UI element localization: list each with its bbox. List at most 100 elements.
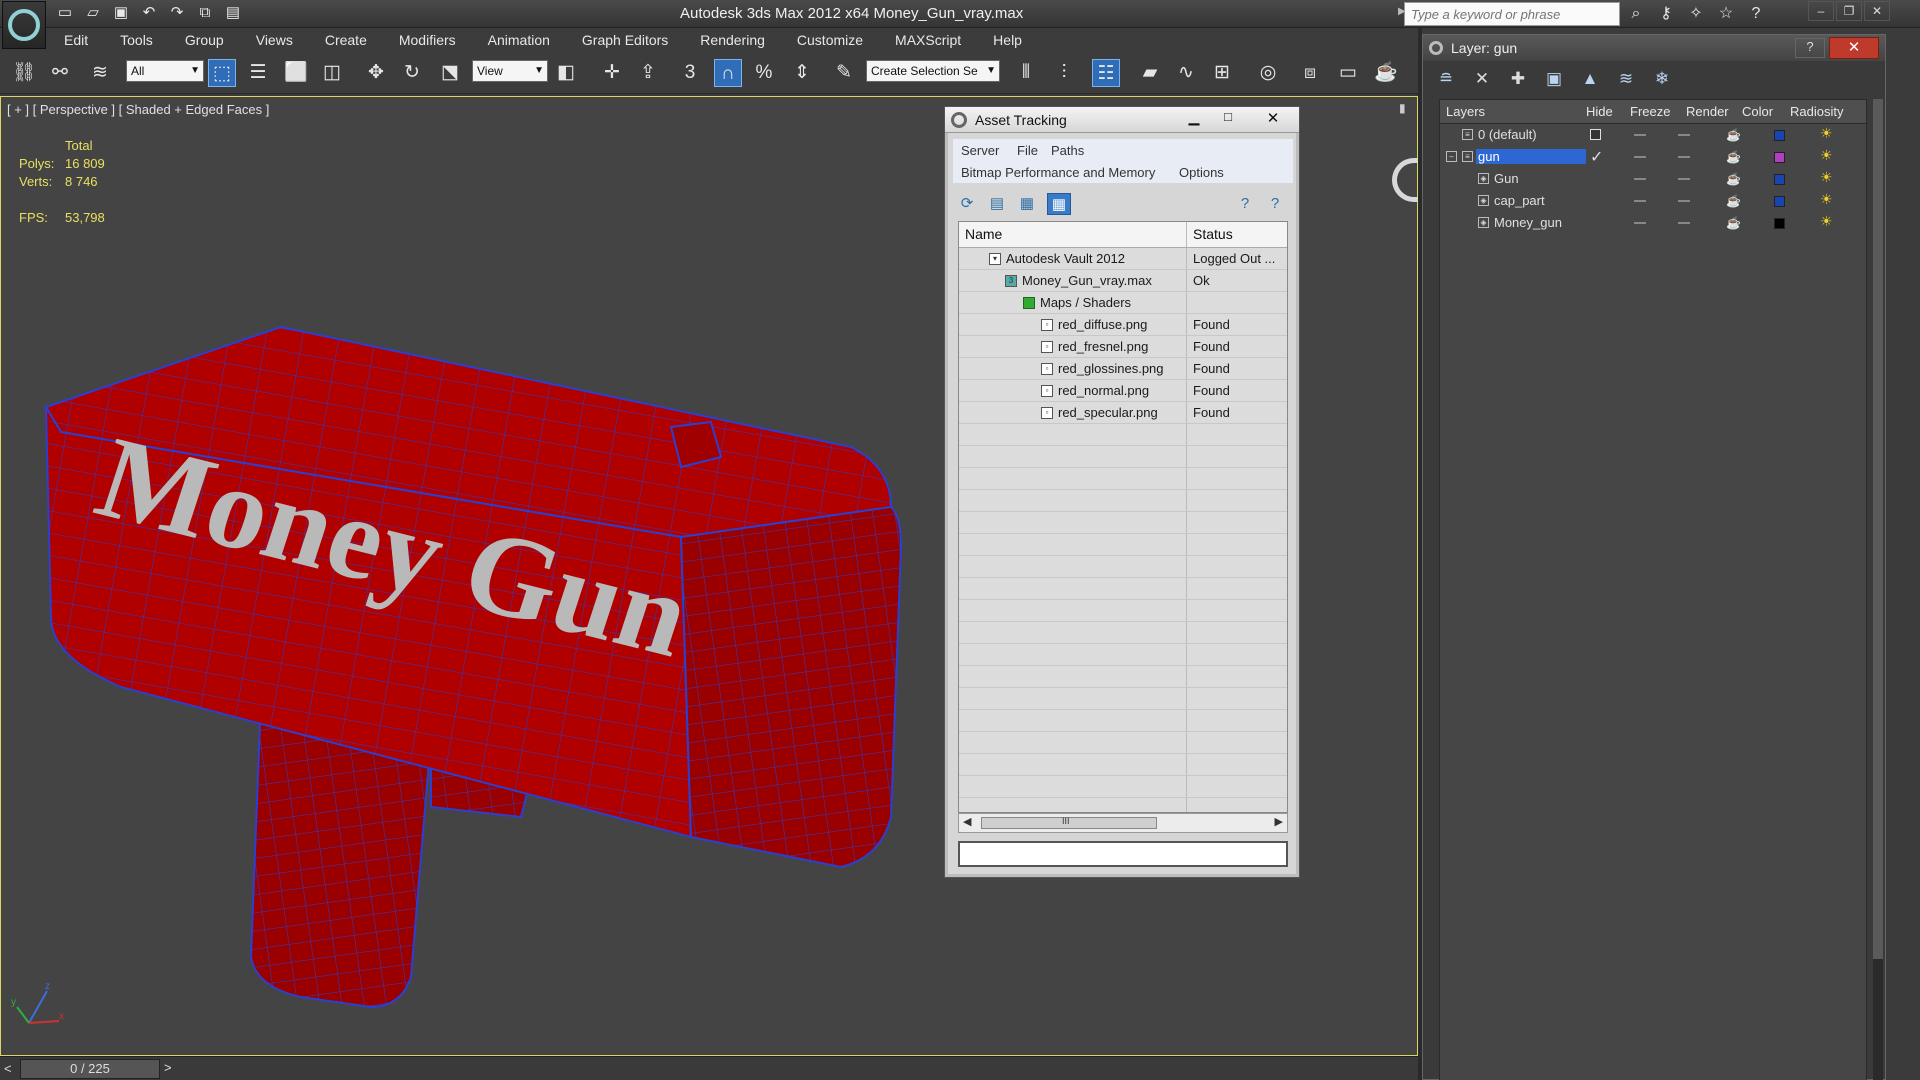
layer-color-swatch[interactable] — [1774, 174, 1785, 185]
render-teapot-icon[interactable]: ☕ — [1372, 59, 1400, 87]
layer-color-swatch[interactable] — [1774, 218, 1785, 229]
time-slider-next-button[interactable]: > — [164, 1060, 172, 1075]
layer-row[interactable]: ◈ Money_gun ☕ ☀ — [1440, 212, 1866, 234]
angle-snap-icon[interactable]: ∩ — [714, 59, 742, 87]
render-teapot-icon[interactable]: ☕ — [1726, 194, 1741, 208]
list-view-icon[interactable]: ▤ — [985, 193, 1009, 215]
edit-named-selection-icon[interactable]: ✎ — [830, 59, 858, 87]
column-freeze[interactable]: Freeze — [1630, 104, 1670, 119]
window-icon[interactable]: ▤ — [222, 3, 244, 23]
hide-toggle[interactable] — [1634, 156, 1646, 158]
close-button[interactable]: ✕ — [1864, 1, 1890, 21]
column-status[interactable]: Status — [1187, 222, 1239, 247]
layer-color-swatch[interactable] — [1774, 130, 1785, 141]
layer-vertical-scrollbar[interactable] — [1873, 99, 1883, 1080]
reference-coordinate-dropdown[interactable]: View ▼ — [472, 60, 548, 82]
time-slider-prev-button[interactable]: < — [4, 1061, 12, 1076]
table-row[interactable]: 3 Money_Gun_vray.max Ok — [959, 270, 1287, 292]
menu-group[interactable]: Group — [169, 28, 240, 52]
radiosity-icon[interactable]: ☀ — [1820, 125, 1833, 142]
table-row[interactable]: ▫ red_normal.png Found — [959, 380, 1287, 402]
table-row[interactable]: ▾ Autodesk Vault 2012 Logged Out ... — [959, 248, 1287, 270]
viewport-config-icon[interactable]: ▮ — [1399, 101, 1406, 115]
radiosity-icon[interactable]: ☀ — [1820, 213, 1833, 230]
asset-help-icon[interactable]: ? — [1233, 193, 1257, 215]
render-teapot-icon[interactable]: ☕ — [1726, 172, 1741, 186]
menu-customize[interactable]: Customize — [781, 28, 879, 52]
freeze-all-icon[interactable]: ❄ — [1647, 65, 1677, 93]
layer-close-button[interactable]: ✕ — [1829, 37, 1879, 59]
select-by-name-icon[interactable]: ☰ — [244, 59, 272, 87]
menu-maxscript[interactable]: MAXScript — [879, 28, 977, 52]
select-manipulate-icon[interactable]: ✛ — [598, 59, 626, 87]
snaps-toggle-icon[interactable]: 3 — [676, 59, 704, 87]
asset-menu-server[interactable]: Server — [961, 143, 999, 158]
create-layer-icon[interactable]: ≘ — [1431, 65, 1461, 93]
layer-row[interactable]: ≡ 0 (default) ☕ ☀ — [1440, 124, 1866, 146]
render-teapot-icon[interactable]: ☕ — [1726, 216, 1741, 230]
column-name[interactable]: Name — [959, 222, 1187, 247]
scale-icon[interactable]: ⬔ — [436, 59, 464, 87]
select-object-icon[interactable]: ⬚ — [208, 59, 236, 87]
highlight-layer-icon[interactable]: ▲ — [1575, 65, 1605, 93]
table-row[interactable]: ▫ red_diffuse.png Found — [959, 314, 1287, 336]
render-setup-icon[interactable]: ⧈ — [1296, 59, 1324, 87]
save-icon[interactable]: ▣ — [110, 3, 132, 23]
column-radiosity[interactable]: Radiosity — [1790, 104, 1843, 119]
asset-maximize-button[interactable]: □ — [1213, 109, 1243, 129]
freeze-toggle[interactable] — [1678, 178, 1690, 180]
unlink-icon[interactable]: ⚯ — [46, 59, 74, 87]
move-icon[interactable]: ✥ — [362, 59, 390, 87]
table-row[interactable]: ▫ red_specular.png Found — [959, 402, 1287, 424]
scroll-right-icon[interactable]: ▶ — [1275, 815, 1283, 828]
bind-space-warp-icon[interactable]: ≋ — [86, 59, 114, 87]
window-crossing-icon[interactable]: ◫ — [318, 59, 346, 87]
selection-filter-dropdown[interactable]: All ▼ — [126, 60, 204, 82]
refresh-icon[interactable]: ⟳ — [955, 193, 979, 215]
current-layer-toggle[interactable] — [1590, 129, 1601, 140]
asset-tracking-titlebar[interactable]: Asset Tracking ▁ □ ✕ — [945, 107, 1299, 133]
radiosity-icon[interactable]: ☀ — [1820, 147, 1833, 164]
layer-help-button[interactable]: ? — [1795, 38, 1825, 58]
menu-tools[interactable]: Tools — [104, 28, 169, 52]
hide-toggle[interactable] — [1634, 134, 1646, 136]
asset-minimize-button[interactable]: ▁ — [1179, 109, 1209, 129]
asset-menu-file[interactable]: File — [1017, 143, 1038, 158]
layer-manager-titlebar[interactable]: Layer: gun ? ✕ — [1423, 35, 1885, 61]
thumbnail-view-icon[interactable]: ▦ — [1015, 193, 1039, 215]
asset-help-alt-icon[interactable]: ? — [1263, 193, 1287, 215]
asset-path-field[interactable] — [958, 841, 1288, 867]
freeze-toggle[interactable] — [1678, 200, 1690, 202]
delete-layer-icon[interactable]: ✕ — [1467, 65, 1497, 93]
layer-color-swatch[interactable] — [1774, 152, 1785, 163]
layer-row[interactable]: ◈ cap_part ☕ ☀ — [1440, 190, 1866, 212]
render-teapot-icon[interactable]: ☕ — [1726, 128, 1741, 142]
column-layers[interactable]: Layers — [1446, 104, 1485, 119]
layer-manager-icon[interactable]: ☷ — [1092, 59, 1120, 87]
subscription-icon[interactable]: ⚷ — [1654, 2, 1678, 26]
new-icon[interactable]: ▭ — [54, 3, 76, 23]
scroll-left-icon[interactable]: ◀ — [963, 815, 971, 828]
named-selection-dropdown[interactable]: Create Selection Se ▼ — [866, 60, 1000, 82]
rectangular-selection-icon[interactable]: ⬜ — [282, 59, 310, 87]
graphite-tools-icon[interactable]: ▰ — [1136, 59, 1164, 87]
menu-rendering[interactable]: Rendering — [684, 28, 781, 52]
asset-menu-options[interactable]: Options — [1179, 165, 1224, 180]
column-hide[interactable]: Hide — [1586, 104, 1613, 119]
layer-row[interactable]: ◈ Gun ☕ ☀ — [1440, 168, 1866, 190]
table-row[interactable]: ▫ red_glossines.png Found — [959, 358, 1287, 380]
asset-menu-bitmap-performance[interactable]: Bitmap Performance and Memory — [961, 165, 1155, 180]
hide-toggle[interactable] — [1634, 200, 1646, 202]
time-slider[interactable]: 0 / 225 — [20, 1059, 160, 1079]
add-to-layer-icon[interactable]: ✚ — [1503, 65, 1533, 93]
hide-toggle[interactable] — [1634, 178, 1646, 180]
table-row[interactable]: Maps / Shaders — [959, 292, 1287, 314]
freeze-toggle[interactable] — [1678, 156, 1690, 158]
freeze-toggle[interactable] — [1678, 134, 1690, 136]
menu-animation[interactable]: Animation — [472, 28, 566, 52]
project-icon[interactable]: ⧉ — [194, 3, 216, 23]
communication-icon[interactable]: ✧ — [1684, 2, 1708, 26]
keyboard-shortcut-override-icon[interactable]: ⇪ — [634, 59, 662, 87]
hide-toggle[interactable] — [1634, 222, 1646, 224]
help-icon[interactable]: ? — [1744, 2, 1768, 26]
